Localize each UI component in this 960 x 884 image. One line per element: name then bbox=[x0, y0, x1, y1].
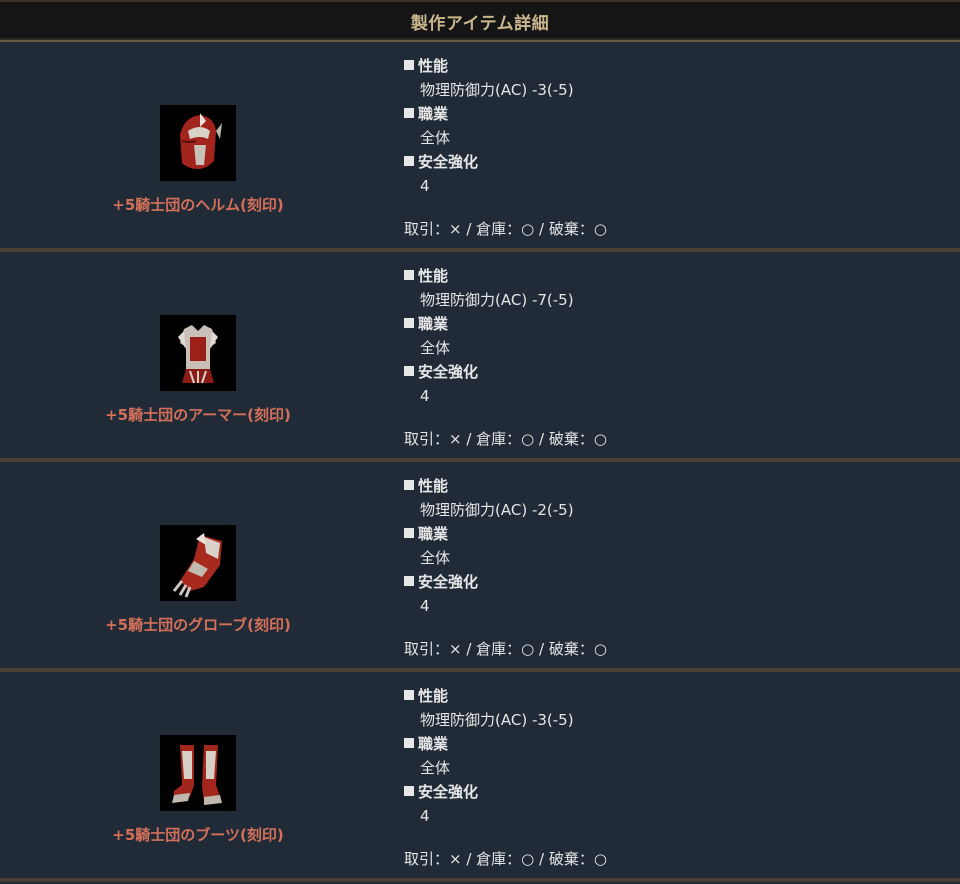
spec-heading-safe-enchant: 安全強化 bbox=[404, 780, 944, 804]
square-bullet-icon bbox=[404, 108, 414, 118]
armor-icon[interactable] bbox=[160, 315, 236, 391]
spec-value-performance: 物理防御力(AC) -3(-5) bbox=[420, 711, 574, 729]
square-bullet-icon bbox=[404, 738, 414, 748]
item-name[interactable]: +5騎士団のヘルム(刻印) bbox=[0, 194, 396, 215]
item-specs: 性能 物理防御力(AC) -7(-5) 職業 全体 安全強化 4 bbox=[404, 264, 944, 408]
square-bullet-icon bbox=[404, 60, 414, 70]
item-row-glove: +5騎士団のグローブ(刻印) 性能 物理防御力(AC) -2(-5) 職業 全体… bbox=[0, 462, 960, 672]
item-specs: 性能 物理防御力(AC) -2(-5) 職業 全体 安全強化 4 bbox=[404, 474, 944, 618]
helm-icon[interactable] bbox=[160, 105, 236, 181]
square-bullet-icon bbox=[404, 576, 414, 586]
spec-value-job: 全体 bbox=[420, 129, 451, 147]
panel-title: 製作アイテム詳細 bbox=[410, 13, 550, 34]
square-bullet-icon bbox=[404, 318, 414, 328]
item-summary: +5騎士団のブーツ(刻印) bbox=[0, 672, 396, 878]
spec-heading-job: 職業 bbox=[404, 102, 944, 126]
spec-value-job: 全体 bbox=[420, 549, 451, 567]
glove-icon[interactable] bbox=[160, 525, 236, 601]
spec-value-performance: 物理防御力(AC) -2(-5) bbox=[420, 501, 574, 519]
spec-heading-job: 職業 bbox=[404, 522, 944, 546]
item-name[interactable]: +5騎士団のブーツ(刻印) bbox=[0, 824, 396, 845]
trade-info: 取引：× / 倉庫：○ / 破棄：○ bbox=[404, 430, 607, 448]
item-row-helm: +5騎士団のヘルム(刻印) 性能 物理防御力(AC) -3(-5) 職業 全体 … bbox=[0, 42, 960, 252]
item-summary: +5騎士団のヘルム(刻印) bbox=[0, 42, 396, 248]
spec-value-job: 全体 bbox=[420, 759, 451, 777]
item-specs: 性能 物理防御力(AC) -3(-5) 職業 全体 安全強化 4 bbox=[404, 54, 944, 198]
spec-heading-performance: 性能 bbox=[404, 684, 944, 708]
spec-value-performance: 物理防御力(AC) -7(-5) bbox=[420, 291, 574, 309]
spec-value-safe-enchant: 4 bbox=[420, 177, 430, 195]
spec-heading-performance: 性能 bbox=[404, 54, 944, 78]
square-bullet-icon bbox=[404, 528, 414, 538]
item-row-armor: +5騎士団のアーマー(刻印) 性能 物理防御力(AC) -7(-5) 職業 全体… bbox=[0, 252, 960, 462]
item-specs: 性能 物理防御力(AC) -3(-5) 職業 全体 安全強化 4 bbox=[404, 684, 944, 828]
spec-value-safe-enchant: 4 bbox=[420, 807, 430, 825]
spec-value-safe-enchant: 4 bbox=[420, 387, 430, 405]
trade-info: 取引：× / 倉庫：○ / 破棄：○ bbox=[404, 640, 607, 658]
spec-heading-safe-enchant: 安全強化 bbox=[404, 360, 944, 384]
item-summary: +5騎士団のグローブ(刻印) bbox=[0, 462, 396, 668]
spec-heading-job: 職業 bbox=[404, 312, 944, 336]
square-bullet-icon bbox=[404, 270, 414, 280]
spec-heading-performance: 性能 bbox=[404, 264, 944, 288]
spec-heading-safe-enchant: 安全強化 bbox=[404, 570, 944, 594]
crafted-item-detail-panel: 製作アイテム詳細 +5騎士団のヘルム(刻印) 性能 物理防御力(AC) -3(-… bbox=[0, 0, 960, 884]
square-bullet-icon bbox=[404, 786, 414, 796]
item-name[interactable]: +5騎士団のアーマー(刻印) bbox=[0, 404, 396, 425]
spec-value-safe-enchant: 4 bbox=[420, 597, 430, 615]
spec-value-job: 全体 bbox=[420, 339, 451, 357]
panel-header: 製作アイテム詳細 bbox=[0, 0, 960, 42]
square-bullet-icon bbox=[404, 690, 414, 700]
trade-info: 取引：× / 倉庫：○ / 破棄：○ bbox=[404, 850, 607, 868]
spec-value-performance: 物理防御力(AC) -3(-5) bbox=[420, 81, 574, 99]
square-bullet-icon bbox=[404, 156, 414, 166]
square-bullet-icon bbox=[404, 366, 414, 376]
item-summary: +5騎士団のアーマー(刻印) bbox=[0, 252, 396, 458]
trade-info: 取引：× / 倉庫：○ / 破棄：○ bbox=[404, 220, 607, 238]
square-bullet-icon bbox=[404, 480, 414, 490]
item-row-boots: +5騎士団のブーツ(刻印) 性能 物理防御力(AC) -3(-5) 職業 全体 … bbox=[0, 672, 960, 882]
spec-heading-performance: 性能 bbox=[404, 474, 944, 498]
item-name[interactable]: +5騎士団のグローブ(刻印) bbox=[0, 614, 396, 635]
spec-heading-job: 職業 bbox=[404, 732, 944, 756]
boots-icon[interactable] bbox=[160, 735, 236, 811]
spec-heading-safe-enchant: 安全強化 bbox=[404, 150, 944, 174]
